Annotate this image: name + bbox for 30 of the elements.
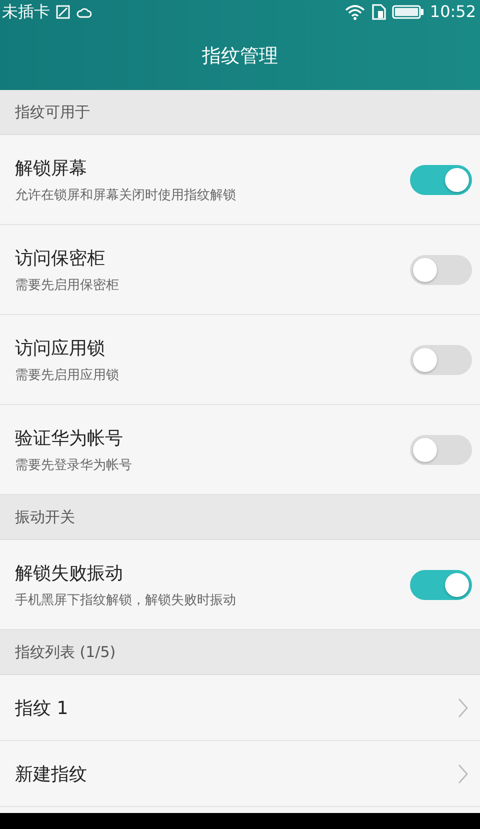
wifi-icon bbox=[344, 4, 366, 20]
section-title: 指纹可用于 bbox=[15, 102, 90, 122]
sim-icon bbox=[372, 4, 386, 20]
toggle-switch[interactable] bbox=[410, 254, 472, 284]
toggle-switch[interactable] bbox=[410, 344, 472, 374]
cloud-icon bbox=[76, 6, 92, 18]
setting-description: 需要先登录华为帐号 bbox=[15, 456, 133, 474]
setting-description: 允许在锁屏和屏幕关闭时使用指纹解锁 bbox=[15, 186, 237, 204]
chevron-icon bbox=[458, 698, 468, 718]
setting-title: 验证华为帐号 bbox=[15, 426, 124, 450]
clock-text: 10:52 bbox=[430, 2, 476, 22]
setting-description: 需要先启用应用锁 bbox=[15, 366, 120, 384]
setting-title: 解锁失败振动 bbox=[15, 562, 124, 584]
chevron-icon bbox=[458, 764, 468, 784]
item-title: 新建指纹 bbox=[15, 762, 88, 786]
setting-description: 手机黑屏下指纹解锁，解锁失败时振动 bbox=[15, 592, 237, 608]
section-title: 指纹列表 (1/5) bbox=[15, 642, 116, 662]
setting-description: 需要先启用保密柜 bbox=[15, 276, 120, 294]
carrier-text: 未插卡 bbox=[2, 2, 50, 22]
image-icon bbox=[56, 4, 70, 18]
toggle-switch[interactable] bbox=[410, 434, 472, 464]
page-title: 指纹管理 bbox=[202, 44, 278, 69]
setting-title: 访问保密柜 bbox=[15, 246, 106, 270]
item-title: 指纹 1 bbox=[15, 696, 70, 720]
toggle-switch[interactable] bbox=[410, 164, 472, 194]
battery-icon bbox=[392, 4, 424, 18]
setting-title: 访问应用锁 bbox=[15, 336, 106, 360]
setting-title: 解锁屏幕 bbox=[15, 156, 88, 180]
toggle-switch[interactable] bbox=[410, 570, 472, 600]
section-title: 振动开关 bbox=[15, 508, 75, 526]
